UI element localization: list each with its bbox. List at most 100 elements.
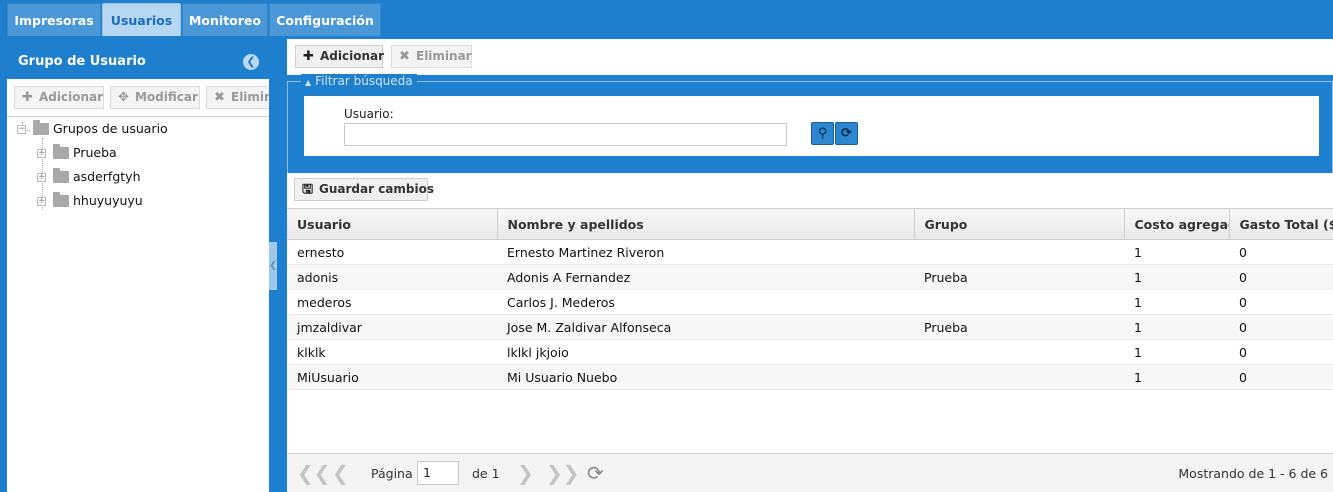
refresh-icon[interactable]: ⟳ xyxy=(587,460,604,486)
cell-costo[interactable]: 1 xyxy=(1124,339,1229,365)
cell-usuario[interactable]: MiUsuario xyxy=(287,364,497,390)
users-main-panel: ✚ Adicionar ✖ Eliminar ▲ Filtrar búsqueda… xyxy=(287,39,1333,492)
delete-user-button[interactable]: ✖ Eliminar xyxy=(391,45,472,68)
pagination-bar: ❮❮ ❮ Página 1 de 1 ❯ ❯❯ ⟳ Mostrando de 1… xyxy=(287,453,1333,492)
page-label: Página xyxy=(371,466,413,481)
cell-nombre[interactable]: Carlos J. Mederos xyxy=(497,289,914,315)
search-icon: ⚲ xyxy=(817,126,828,141)
cell-nombre[interactable]: Mi Usuario Nuebo xyxy=(497,364,914,390)
cell-nombre[interactable]: Jose M. Zaldivar Alfonseca xyxy=(497,314,914,340)
cell-usuario[interactable]: adonis xyxy=(287,264,497,290)
last-page-icon[interactable]: ❯❯ xyxy=(546,460,580,486)
folder-icon xyxy=(53,168,69,183)
users-table: Usuario Nombre y apellidos Grupo Costo a… xyxy=(287,208,1333,390)
cell-costo[interactable]: 1 xyxy=(1124,364,1229,390)
save-changes-button[interactable]: 🖫 Guardar cambios xyxy=(294,178,434,201)
cell-costo[interactable]: 1 xyxy=(1124,289,1229,315)
prev-page-icon[interactable]: ❮ xyxy=(332,460,349,486)
cell-usuario[interactable]: jmzaldivar xyxy=(287,314,497,340)
table-row[interactable]: ernesto Ernesto Martinez Riveron 1 0 xyxy=(287,239,1333,265)
tab-usuarios[interactable]: Usuarios xyxy=(102,3,181,36)
cell-costo[interactable]: 1 xyxy=(1124,314,1229,340)
cell-nombre[interactable]: Ernesto Martinez Riveron xyxy=(497,239,914,265)
modify-group-label: Modificar xyxy=(135,90,198,104)
tree-item-hhuyuyuyu[interactable]: + hhuyuyuyu xyxy=(7,190,269,212)
collapse-panel-icon[interactable]: ❮ xyxy=(243,54,259,70)
plus-icon: ✚ xyxy=(303,49,314,64)
cell-grupo[interactable]: Prueba xyxy=(914,264,1124,290)
cell-gasto[interactable]: 0 xyxy=(1229,339,1333,365)
cell-grupo[interactable]: Prueba xyxy=(914,314,1124,340)
cell-nombre[interactable]: lklkl jkjoio xyxy=(497,339,914,365)
expand-node-icon[interactable]: + xyxy=(37,149,46,158)
column-header-gasto[interactable]: Gasto Total ($) xyxy=(1229,208,1333,240)
cell-gasto[interactable]: 0 xyxy=(1229,364,1333,390)
users-grid-area: 🖫 Guardar cambios Usuario Nombre y apell… xyxy=(287,173,1333,492)
panel-title: Grupo de Usuario xyxy=(7,44,269,79)
tree-root[interactable]: − Grupos de usuario xyxy=(7,118,269,140)
group-toolbar: ✚ Adicionar ✥ Modificar ✖ Eliminar xyxy=(7,79,269,117)
search-button[interactable]: ⚲ xyxy=(811,122,834,145)
table-row[interactable]: jmzaldivar Jose M. Zaldivar Alfonseca Pr… xyxy=(287,314,1333,340)
cell-gasto[interactable]: 0 xyxy=(1229,239,1333,265)
reset-button[interactable]: ⟳ xyxy=(835,122,858,145)
table-row[interactable]: MiUsuario Mi Usuario Nuebo 1 0 xyxy=(287,364,1333,390)
top-tab-bar: Impresoras Usuarios Monitoreo Configurac… xyxy=(0,0,1333,39)
tab-configuracion[interactable]: Configuración xyxy=(269,3,381,36)
page-count-label: de 1 xyxy=(472,466,500,481)
user-filter-input[interactable] xyxy=(344,123,787,146)
splitter-handle[interactable]: ❮ xyxy=(269,242,277,290)
cell-costo[interactable]: 1 xyxy=(1124,264,1229,290)
delete-user-label: Eliminar xyxy=(416,49,472,63)
column-header-usuario[interactable]: Usuario xyxy=(287,208,498,240)
filter-legend[interactable]: ▲ Filtrar búsqueda xyxy=(301,74,417,90)
panel-splitter[interactable]: ❮ xyxy=(269,44,287,492)
paging-summary: Mostrando de 1 - 6 de 6 xyxy=(1178,466,1328,481)
column-header-costo[interactable]: Costo agregado xyxy=(1124,208,1230,240)
cell-grupo[interactable] xyxy=(914,339,1124,365)
save-changes-label: Guardar cambios xyxy=(319,182,434,196)
cell-usuario[interactable]: mederos xyxy=(287,289,497,315)
tab-impresoras[interactable]: Impresoras xyxy=(7,3,101,36)
add-user-button[interactable]: ✚ Adicionar xyxy=(295,45,384,68)
cell-gasto[interactable]: 0 xyxy=(1229,314,1333,340)
table-row[interactable]: klklk lklkl jkjoio 1 0 xyxy=(287,339,1333,365)
expand-node-icon[interactable]: + xyxy=(37,173,46,182)
delete-group-button[interactable]: ✖ Eliminar xyxy=(206,86,269,109)
cell-gasto[interactable]: 0 xyxy=(1229,289,1333,315)
cell-nombre[interactable]: Adonis A Fernandez xyxy=(497,264,914,290)
cell-gasto[interactable]: 0 xyxy=(1229,264,1333,290)
column-header-grupo[interactable]: Grupo xyxy=(914,208,1125,240)
tab-monitoreo[interactable]: Monitoreo xyxy=(182,3,268,36)
expand-node-icon[interactable]: + xyxy=(37,197,46,206)
cell-usuario[interactable]: ernesto xyxy=(287,239,497,265)
close-icon: ✖ xyxy=(399,49,410,64)
cell-costo[interactable]: 1 xyxy=(1124,239,1229,265)
move-icon: ✥ xyxy=(118,90,129,105)
next-page-icon[interactable]: ❯ xyxy=(517,460,534,486)
tree-item-asderfgtyh[interactable]: + asderfgtyh xyxy=(7,166,269,188)
add-group-label: Adicionar xyxy=(39,90,104,104)
refresh-icon: ⟳ xyxy=(841,126,852,141)
grid-toolbar: 🖫 Guardar cambios xyxy=(287,173,1333,208)
cell-usuario[interactable]: klklk xyxy=(287,339,497,365)
filter-legend-label: Filtrar búsqueda xyxy=(315,74,413,88)
column-header-nombre[interactable]: Nombre y apellidos xyxy=(497,208,915,240)
delete-group-label: Eliminar xyxy=(231,90,269,104)
folder-icon xyxy=(33,120,49,135)
first-page-icon[interactable]: ❮❮ xyxy=(297,460,331,486)
cell-grupo[interactable] xyxy=(914,289,1124,315)
cell-grupo[interactable] xyxy=(914,239,1124,265)
close-icon: ✖ xyxy=(214,90,225,105)
collapse-node-icon[interactable]: − xyxy=(17,125,26,134)
tree-item-prueba[interactable]: + Prueba xyxy=(7,142,269,164)
page-number-input[interactable]: 1 xyxy=(417,461,459,485)
table-row[interactable]: mederos Carlos J. Mederos 1 0 xyxy=(287,289,1333,315)
folder-icon xyxy=(53,192,69,207)
cell-grupo[interactable] xyxy=(914,364,1124,390)
folder-icon xyxy=(53,144,69,159)
add-group-button[interactable]: ✚ Adicionar xyxy=(14,86,104,109)
table-row[interactable]: adonis Adonis A Fernandez Prueba 1 0 xyxy=(287,264,1333,290)
modify-group-button[interactable]: ✥ Modificar xyxy=(110,86,200,109)
user-group-panel: Grupo de Usuario ❮ ✚ Adicionar ✥ Modific… xyxy=(7,44,269,492)
